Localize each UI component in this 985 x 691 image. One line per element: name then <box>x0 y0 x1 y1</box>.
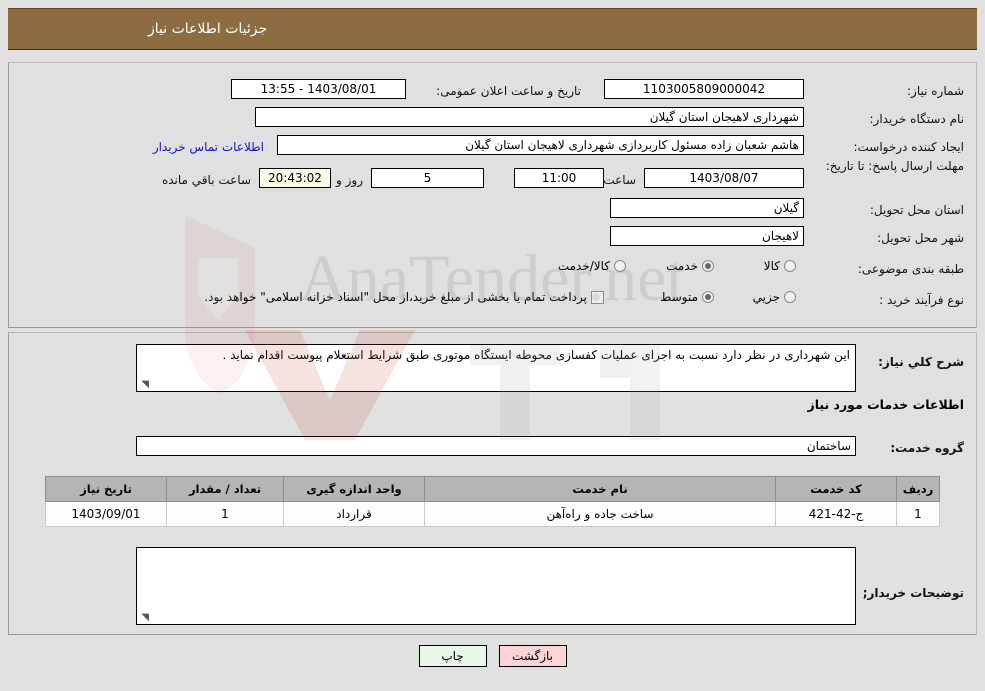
checkbox-icon[interactable] <box>591 290 604 304</box>
buyer-contact-link[interactable]: اطلاعات تماس خریدار <box>153 140 264 154</box>
resize-grip-icon[interactable]: ◥ <box>139 613 149 623</box>
print-button[interactable]: چاپ <box>418 645 487 667</box>
category-radio-kala[interactable]: کالا <box>764 259 796 273</box>
remaining-days-value: 5 <box>371 168 484 188</box>
page-title: جزئیات اطلاعات نیاز <box>148 21 268 37</box>
col-unit: واحد اندازه گیری <box>283 476 425 502</box>
cell-unit: قرارداد <box>283 501 425 527</box>
public-announce-label: تاریخ و ساعت اعلان عمومی: <box>436 84 581 98</box>
buyer-org-label: نام دستگاه خریدار: <box>869 112 965 126</box>
radio-circle-icon[interactable] <box>702 260 714 272</box>
cell-name: ساخت جاده و راه‌آهن <box>424 501 776 527</box>
province-value: گیلان <box>610 198 804 218</box>
services-section-title: اطلاعات خدمات مورد نیاز <box>807 397 965 412</box>
cell-radif: 1 <box>896 501 940 527</box>
need-number-label: شماره نیاز: <box>907 84 964 98</box>
table-header-row: ردیف کد خدمت نام خدمت واحد اندازه گیری ت… <box>45 476 940 502</box>
purchase-type-radio-jozee[interactable]: جزیي <box>753 290 796 304</box>
need-detail-panel: شرح کلي نیاز: این شهرداری در نظر دارد نس… <box>8 332 977 635</box>
col-name: نام خدمت <box>424 476 776 502</box>
resize-grip-icon[interactable]: ◥ <box>139 380 149 390</box>
radio-circle-icon[interactable] <box>614 260 626 272</box>
category-option-label: خدمت <box>666 259 698 273</box>
action-button-bar: بازگشت چاپ <box>0 645 985 685</box>
radio-circle-icon[interactable] <box>784 291 796 303</box>
purchase-type-option-label: جزیي <box>752 290 780 304</box>
days-label: روز و <box>336 173 363 187</box>
col-date: تاریخ نیاز <box>45 476 167 502</box>
cell-quantity: 1 <box>166 501 284 527</box>
description-textarea[interactable]: این شهرداری در نظر دارد نسبت به اجرای عم… <box>136 344 856 392</box>
requester-label: ایجاد کننده درخواست: <box>853 140 964 154</box>
buyer-notes-label: توضیحات خریدار; <box>862 586 964 600</box>
purchase-type-option-label: متوسط <box>660 290 698 304</box>
treasury-bond-checkbox-row[interactable]: پرداخت تمام یا بخشی از مبلغ خرید،از محل … <box>204 290 604 304</box>
radio-circle-icon[interactable] <box>702 291 714 303</box>
deadline-hour-label: ساعت <box>603 173 636 187</box>
buyer-notes-textarea[interactable]: ◥ <box>136 547 856 625</box>
services-table: ردیف کد خدمت نام خدمت واحد اندازه گیری ت… <box>45 476 940 527</box>
city-value: لاهیجان <box>610 226 804 246</box>
remaining-label: ساعت باقي مانده <box>161 173 251 187</box>
deadline-time-value: 11:00 <box>514 168 604 188</box>
category-option-label: کالا/خدمت <box>557 259 610 273</box>
city-label: شهر محل تحویل: <box>877 231 964 245</box>
description-text: این شهرداری در نظر دارد نسبت به اجرای عم… <box>222 348 850 362</box>
treasury-bond-text: پرداخت تمام یا بخشی از مبلغ خرید،از محل … <box>204 290 587 304</box>
col-code: کد خدمت <box>775 476 897 502</box>
col-quantity: تعداد / مقدار <box>166 476 284 502</box>
requester-value: هاشم شعبان زاده مسئول کاربردازی شهرداری … <box>277 135 804 155</box>
deadline-label: مهلت ارسال پاسخ: تا تاریخ: <box>825 159 964 173</box>
table-row: 1 ج-42-421 ساخت جاده و راه‌آهن قرارداد 1… <box>45 501 940 527</box>
col-radif: ردیف <box>896 476 940 502</box>
cell-code: ج-42-421 <box>775 501 897 527</box>
back-button[interactable]: بازگشت <box>498 645 567 667</box>
need-summary-panel: شماره نیاز: 1103005809000042 تاریخ و ساع… <box>8 62 977 328</box>
service-group-label: گروه خدمت: <box>890 441 964 455</box>
buyer-org-value: شهرداری لاهیجان استان گیلان <box>255 107 804 127</box>
purchase-type-radio-motavaset[interactable]: متوسط <box>660 290 714 304</box>
need-details-page: AnaTender.net جزئیات اطلاعات نیاز شماره … <box>0 0 985 691</box>
purchase-type-label: نوع فرآیند خرید : <box>879 293 964 307</box>
description-label: شرح کلي نیاز: <box>878 355 964 369</box>
public-announce-value: 1403/08/01 - 13:55 <box>231 79 406 99</box>
radio-circle-icon[interactable] <box>784 260 796 272</box>
countdown-value: 20:43:02 <box>259 168 331 188</box>
need-number-value: 1103005809000042 <box>604 79 804 99</box>
cell-date: 1403/09/01 <box>45 501 167 527</box>
window-titlebar: جزئیات اطلاعات نیاز <box>8 8 977 50</box>
service-group-value: ساختمان <box>136 436 856 456</box>
deadline-date-value: 1403/08/07 <box>644 168 804 188</box>
category-radio-khedmat[interactable]: خدمت <box>666 259 714 273</box>
province-label: استان محل تحویل: <box>869 203 964 217</box>
category-option-label: کالا <box>763 259 780 273</box>
category-radio-kala-khedmat[interactable]: کالا/خدمت <box>558 259 626 273</box>
category-label: طبقه بندی موضوعی: <box>857 262 964 276</box>
